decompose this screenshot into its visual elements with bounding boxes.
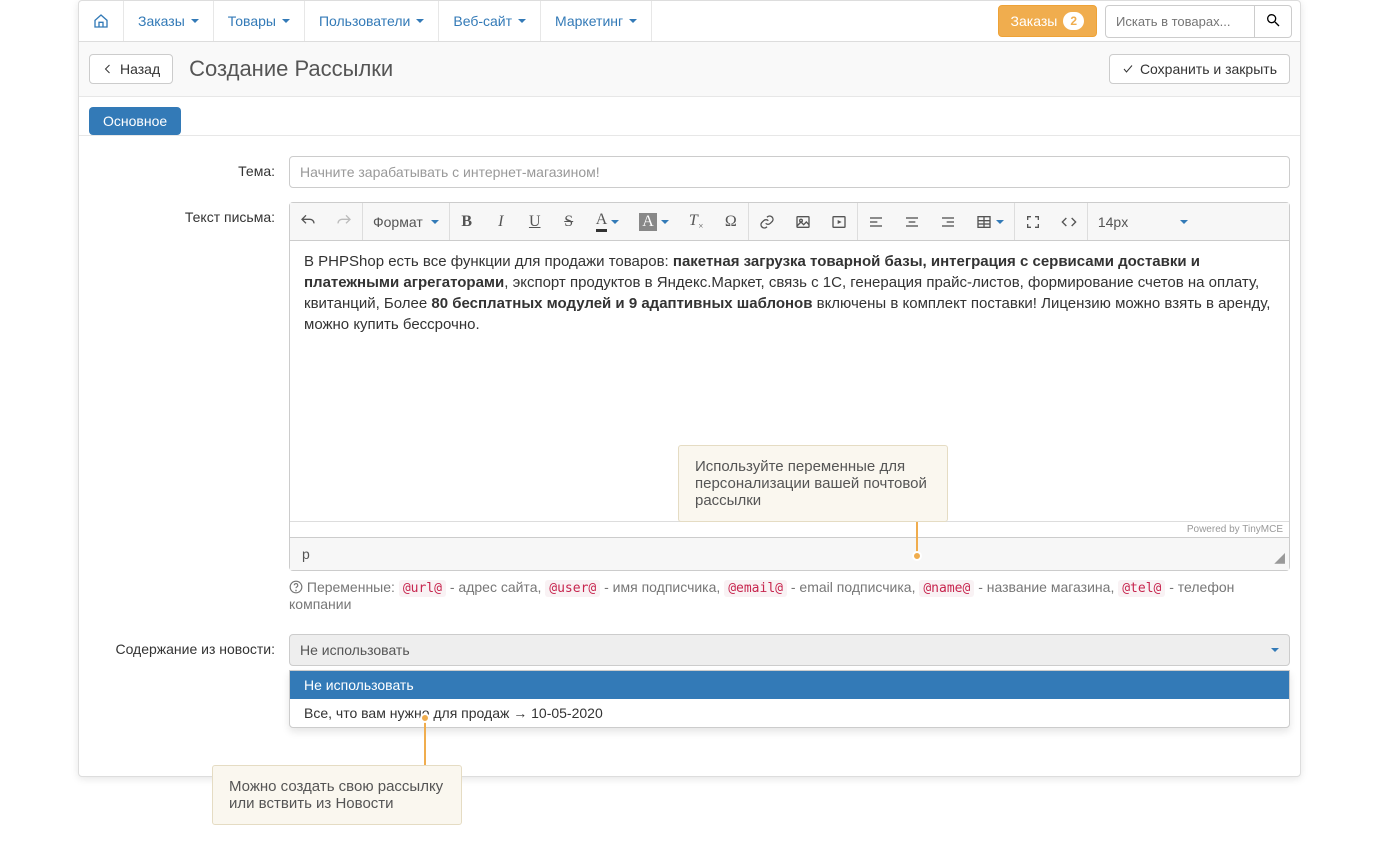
special-char-button[interactable]: Ω (714, 203, 748, 240)
nav-orders[interactable]: Заказы (124, 1, 214, 41)
chevron-down-icon (431, 220, 439, 224)
orders-notification-button[interactable]: Заказы 2 (998, 5, 1097, 37)
underline-button[interactable]: U (518, 203, 552, 240)
editor-branding: Powered by TinyMCE (290, 521, 1289, 537)
callout-dot (420, 713, 430, 723)
nav-marketing[interactable]: Маркетинг (541, 1, 652, 41)
chevron-down-icon (1271, 648, 1279, 652)
chevron-down-icon (611, 220, 619, 224)
chevron-down-icon (282, 19, 290, 23)
chevron-down-icon (518, 19, 526, 23)
media-button[interactable] (821, 203, 857, 240)
bg-color-button[interactable]: A (629, 203, 679, 240)
align-center-button[interactable] (894, 203, 930, 240)
bold-button[interactable]: B (450, 203, 484, 240)
image-button[interactable] (785, 203, 821, 240)
italic-button[interactable]: I (484, 203, 518, 240)
check-icon (1122, 63, 1134, 75)
body-label: Текст письма: (89, 202, 289, 225)
bg-color-icon: A (639, 213, 657, 231)
align-right-button[interactable] (930, 203, 966, 240)
arrow-left-icon (102, 63, 114, 75)
fullscreen-button[interactable] (1015, 203, 1051, 240)
clear-format-button[interactable]: T× (679, 203, 714, 240)
page-title: Создание Рассылки (189, 56, 393, 82)
nav-products[interactable]: Товары (214, 1, 305, 41)
undo-button[interactable] (290, 203, 326, 240)
fullscreen-icon (1025, 214, 1041, 230)
navbar: Заказы Товары Пользователи Веб-сайт Марк… (79, 1, 1300, 42)
code-button[interactable] (1051, 203, 1087, 240)
chevron-down-icon (661, 220, 669, 224)
editor-toolbar: Формат B I U S A A T× Ω (290, 203, 1289, 241)
format-dropdown[interactable]: Формат (363, 203, 449, 240)
nav-website[interactable]: Веб-сайт (439, 1, 541, 41)
dropdown-option[interactable]: Не использовать (290, 671, 1289, 699)
omega-icon: Ω (725, 213, 737, 231)
callout-variables: Используйте переменные для персонализаци… (678, 445, 948, 522)
redo-button[interactable] (326, 203, 362, 240)
undo-icon (300, 214, 316, 230)
nav-home[interactable] (79, 1, 124, 41)
align-left-icon (868, 214, 884, 230)
news-dropdown: Не использовать Все, что вам нужно для п… (289, 670, 1290, 728)
callout-news: Можно создать свою рассылку или вствить … (212, 765, 462, 825)
news-label: Содержание из новости: (89, 634, 289, 657)
search-icon (1265, 12, 1281, 28)
italic-icon: I (498, 213, 503, 231)
help-icon (289, 580, 303, 594)
dropdown-option[interactable]: Все, что вам нужно для продаж → 10-05-20… (290, 699, 1289, 727)
subject-input[interactable] (289, 156, 1290, 188)
page-header: Назад Создание Рассылки Сохранить и закр… (79, 42, 1300, 97)
tab-main[interactable]: Основное (89, 107, 181, 135)
align-right-icon (940, 214, 956, 230)
chevron-down-icon (191, 19, 199, 23)
search-button[interactable] (1255, 5, 1292, 38)
editor-path-bar: p ◢ (290, 537, 1289, 570)
callout-dot (912, 551, 922, 561)
orders-badge: 2 (1063, 12, 1084, 30)
link-icon (759, 214, 775, 230)
strikethrough-icon: S (564, 213, 573, 231)
table-button[interactable] (966, 203, 1014, 240)
editor-resize-handle[interactable]: ◢ (1274, 549, 1285, 566)
subject-label: Тема: (89, 156, 289, 179)
news-select[interactable]: Не использовать (289, 634, 1290, 666)
chevron-down-icon (996, 220, 1004, 224)
table-icon (976, 214, 992, 230)
nav-users[interactable]: Пользователи (305, 1, 439, 41)
clear-format-icon: T× (689, 212, 704, 231)
align-center-icon (904, 214, 920, 230)
fontsize-dropdown[interactable]: 14px (1088, 203, 1208, 240)
strikethrough-button[interactable]: S (552, 203, 586, 240)
media-icon (831, 214, 847, 230)
bold-icon: B (461, 213, 472, 231)
chevron-down-icon (416, 19, 424, 23)
save-close-button[interactable]: Сохранить и закрыть (1109, 54, 1290, 84)
redo-icon (336, 214, 352, 230)
text-color-icon: A (596, 211, 608, 232)
chevron-down-icon (1180, 220, 1188, 224)
text-color-button[interactable]: A (586, 203, 630, 240)
align-left-button[interactable] (858, 203, 894, 240)
home-icon (93, 13, 109, 29)
back-button[interactable]: Назад (89, 54, 173, 84)
search-input[interactable] (1105, 5, 1255, 38)
underline-icon: U (529, 213, 541, 231)
callout-connector (424, 718, 426, 766)
editor-element-path[interactable]: p (302, 546, 310, 562)
variables-help: Переменные: @url@ - адрес сайта, @user@ … (289, 579, 1290, 612)
image-icon (795, 214, 811, 230)
code-icon (1061, 214, 1077, 230)
tabs: Основное (79, 97, 1300, 136)
chevron-down-icon (629, 19, 637, 23)
link-button[interactable] (749, 203, 785, 240)
